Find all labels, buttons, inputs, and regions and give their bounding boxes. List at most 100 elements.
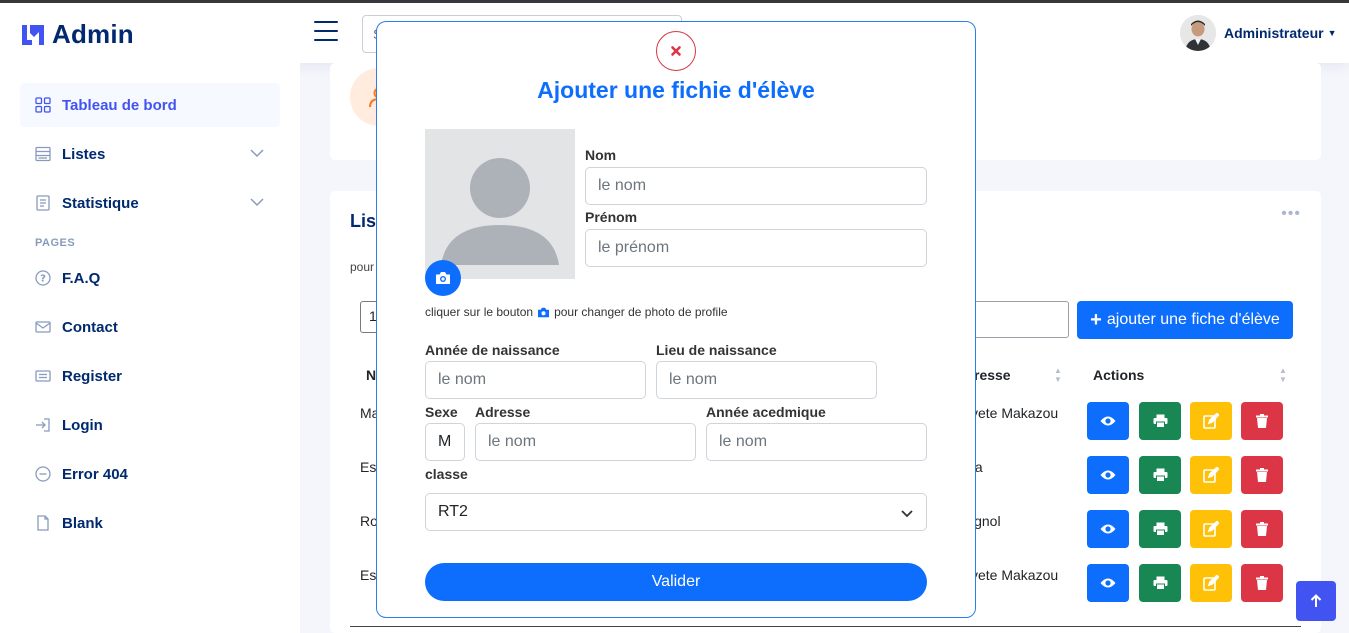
eye-icon [1100,578,1116,588]
sidebar-item-statistique[interactable]: Statistique [20,181,280,225]
photo-hint-before: cliquer sur le bouton [425,305,534,319]
avatar [1180,15,1216,51]
plus-icon: + [1090,308,1102,331]
back-to-top-button[interactable] [1296,581,1336,621]
sidebar-item-label: Register [62,367,123,385]
nom-input[interactable]: le nom [585,167,927,205]
list-icon [34,145,52,163]
card-title: Lis [350,211,377,231]
sort-icon[interactable]: ▲ ▼ [1054,366,1062,384]
submit-button[interactable]: Valider [425,563,927,601]
table-divider [350,626,1301,627]
logo-icon [20,23,46,47]
table-cell: yete Makazou [971,567,1059,583]
trash-icon [1256,468,1268,482]
sidebar-item-blank[interactable]: Blank [20,501,280,545]
close-icon [671,46,681,56]
view-button[interactable] [1087,456,1129,494]
printer-icon [1153,576,1167,590]
edit-button[interactable] [1190,402,1232,440]
view-button[interactable] [1087,402,1129,440]
chevron-down-icon [250,149,264,158]
grid-icon [34,96,52,114]
table-cell: Es [360,459,377,475]
table-search-input[interactable] [970,301,1069,338]
edit-icon [1203,413,1219,429]
table-cell: yete Makazou [971,405,1059,421]
adresse-label: Adresse [475,404,531,420]
logo[interactable]: Admin [20,19,134,50]
nom-label: Nom [585,147,617,163]
delete-button[interactable] [1241,564,1283,602]
trash-icon [1256,522,1268,536]
classe-value: RT2 [438,503,468,520]
envelope-icon [34,318,52,336]
print-button[interactable] [1139,564,1181,602]
edit-icon [1203,521,1219,537]
close-modal-button[interactable] [656,31,696,71]
delete-button[interactable] [1241,402,1283,440]
logo-text: Admin [52,19,134,49]
sidebar-item-login[interactable]: Login [20,403,280,447]
sidebar-item-faq[interactable]: ? F.A.Q [20,256,280,300]
profile-name: Administrateur [1224,25,1324,41]
prenom-input[interactable]: le prénom [585,229,927,267]
annee-naissance-input[interactable]: le nom [425,361,646,399]
adresse-input[interactable]: le nom [475,423,696,461]
edit-button[interactable] [1190,564,1232,602]
trash-icon [1256,414,1268,428]
sidebar-item-label: F.A.Q [62,269,101,287]
caret-down-icon: ▼ [1327,28,1337,38]
dash-circle-icon [34,465,52,483]
printer-icon [1153,414,1167,428]
login-arrow-icon [34,416,52,434]
view-button[interactable] [1087,510,1129,548]
sidebar-item-error-404[interactable]: Error 404 [20,452,280,496]
edit-icon [1203,575,1219,591]
add-student-modal: Ajouter une fichie d'élève Nom le nom Pr… [376,21,976,618]
add-student-label: ajouter une fiche d'élève [1106,311,1280,328]
sidebar: Tableau de bord Listes Statistique PAGES… [0,63,300,633]
profile-photo-placeholder [425,129,575,279]
sort-icon[interactable]: ▲ ▼ [1279,366,1287,384]
delete-button[interactable] [1241,510,1283,548]
chevron-down-icon [901,510,913,518]
add-student-button[interactable]: + ajouter une fiche d'élève [1077,301,1293,339]
photo-hint-after: pour changer de photo de profile [554,305,728,319]
menu-toggle-icon[interactable] [314,21,338,43]
pages-heading: PAGES [35,237,76,249]
svg-text:?: ? [40,274,46,285]
sidebar-item-listes[interactable]: Listes [20,132,280,176]
print-button[interactable] [1139,510,1181,548]
annee-academique-label: Année acedmique [706,404,826,420]
lieu-naissance-input[interactable]: le nom [656,361,877,399]
edit-icon [1203,467,1219,483]
more-options-icon[interactable]: ••• [1281,205,1301,223]
eye-icon [1100,416,1116,426]
column-header-actions[interactable]: Actions [1093,367,1144,383]
annee-academique-input[interactable]: le nom [706,423,927,461]
sidebar-item-contact[interactable]: Contact [20,305,280,349]
print-button[interactable] [1139,402,1181,440]
column-header-first[interactable]: N [366,367,376,383]
edit-button[interactable] [1190,510,1232,548]
eye-icon [1100,524,1116,534]
print-button[interactable] [1139,456,1181,494]
delete-button[interactable] [1241,456,1283,494]
sexe-label: Sexe [425,404,458,420]
column-header-address[interactable]: resse [974,367,1011,383]
edit-button[interactable] [1190,456,1232,494]
eye-icon [1100,470,1116,480]
change-photo-button[interactable] [425,260,461,296]
classe-select[interactable]: RT2 [425,493,927,531]
sidebar-item-label: Contact [62,318,118,336]
file-icon [34,514,52,532]
sexe-input[interactable]: M [425,423,465,461]
sidebar-item-dashboard[interactable]: Tableau de bord [20,83,280,127]
annee-naissance-label: Année de naissance [425,342,560,358]
sidebar-item-label: Blank [62,514,103,532]
profile-dropdown[interactable]: Administrateur ▼ [1180,15,1337,51]
view-button[interactable] [1087,564,1129,602]
table-cell: Es [360,567,377,583]
sidebar-item-register[interactable]: Register [20,354,280,398]
